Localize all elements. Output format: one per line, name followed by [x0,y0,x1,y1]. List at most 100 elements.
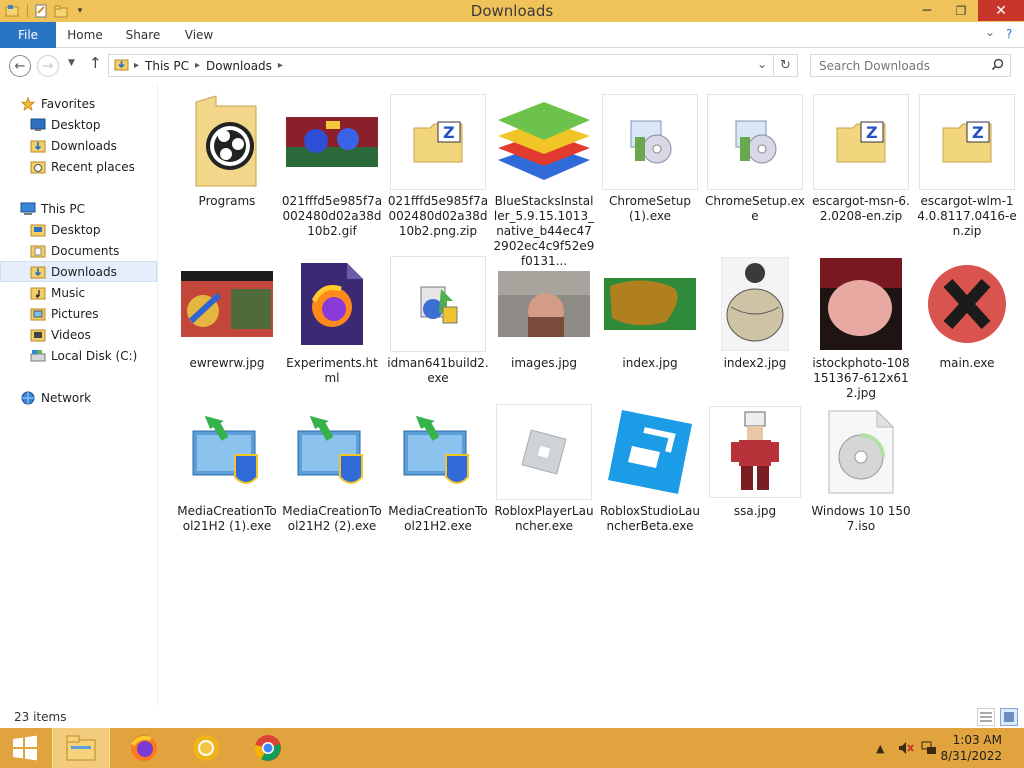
file-item[interactable]: MediaCreationTool21H2.exe [385,402,491,534]
file-item[interactable]: 021fffd5e985f7a002480d02a38d10b2.gif [279,92,385,239]
large-icons-view-button[interactable] [1000,708,1018,726]
breadcrumb-chevron-icon[interactable]: ▸ [278,60,283,71]
back-button[interactable]: ← [9,55,31,77]
desktop-icon [30,118,46,131]
roblox-studio-icon [597,402,703,502]
file-item[interactable]: ChromeSetup (1).exe [597,92,703,224]
file-item[interactable]: ewrewrw.jpg [174,254,280,371]
disc-image-icon [808,402,914,502]
system-clock[interactable]: 1:03 AM 8/31/2022 [940,732,1002,764]
recent-locations-icon[interactable]: ▼ [68,58,75,68]
svg-text:Z: Z [443,123,455,142]
item-count: 23 items [14,710,67,724]
forward-button[interactable]: → [37,55,59,77]
nav-item-label: Videos [51,327,91,342]
file-item[interactable]: MediaCreationTool21H2 (2).exe [279,402,385,534]
file-explorer-icon [66,735,96,761]
breadcrumb-this-pc[interactable]: This PC [145,59,189,73]
taskbar-file-explorer[interactable] [52,728,110,768]
nav-network-label: Network [41,390,92,405]
tab-view[interactable]: View [176,22,222,48]
details-view-icon [980,712,992,722]
help-icon[interactable]: ? [1006,27,1012,41]
file-item[interactable]: Z escargot-msn-6.2.0208-en.zip [808,92,914,224]
star-icon [20,96,36,111]
nav-favorites-label: Favorites [41,96,96,111]
file-item[interactable]: index.jpg [597,254,703,371]
file-item[interactable]: MediaCreationTool21H2 (1).exe [174,402,280,534]
search-box[interactable] [810,54,1011,77]
file-item[interactable]: Z escargot-wlm-14.0.8117.0416-en.zip [914,92,1020,239]
documents-folder-icon [30,245,46,257]
taskbar-chrome-canary[interactable] [178,728,234,768]
breadcrumb-downloads[interactable]: Downloads [206,59,272,73]
file-name: ChromeSetup (1).exe [609,194,691,223]
nav-this-pc-videos[interactable]: Videos [0,324,157,345]
nav-item-label: Local Disk (C:) [51,348,138,363]
nav-this-pc-downloads[interactable]: Downloads [0,261,157,282]
file-item[interactable]: ChromeSetup.exe [702,92,808,224]
tab-share[interactable]: Share [120,22,166,48]
file-item[interactable]: BlueStacksInstaller_5.9.15.1013_native_b… [491,92,597,269]
nav-item-label: Desktop [51,117,101,132]
file-item[interactable]: istockphoto-108151367-612x612.jpg [808,254,914,401]
refresh-button[interactable]: ↻ [773,55,797,76]
nav-this-pc-pictures[interactable]: Pictures [0,303,157,324]
nav-item-label: Downloads [51,264,117,279]
details-view-button[interactable] [977,708,995,726]
search-icon[interactable] [991,58,1004,74]
nav-this-pc-music[interactable]: Music [0,282,157,303]
file-name: index.jpg [622,356,678,370]
nav-favorites-downloads[interactable]: Downloads [0,135,157,156]
file-item[interactable]: RobloxPlayerLauncher.exe [491,402,597,534]
up-button[interactable]: ↑ [89,54,102,72]
nav-item-label: Downloads [51,138,117,153]
file-item[interactable]: index2.jpg [702,254,808,371]
file-item[interactable]: images.jpg [491,254,597,371]
network-tray-icon[interactable] [921,728,937,768]
nav-this-pc-local-disk[interactable]: Local Disk (C:) [0,345,157,366]
ribbon-expand-icon[interactable]: ⌄ [985,25,995,39]
file-item[interactable]: Z 021fffd5e985f7a002480d02a38d10b2.png.z… [385,92,491,239]
address-bar[interactable]: ▸ This PC ▸ Downloads ▸ ⌄ ↻ [108,54,798,77]
breadcrumb-chevron-icon[interactable]: ▸ [195,60,200,71]
start-button[interactable] [0,728,50,768]
nav-this-pc-desktop[interactable]: Desktop [0,219,157,240]
file-item[interactable]: Windows 10 1507.iso [808,402,914,534]
image-thumbnail [491,254,597,354]
minimize-button[interactable]: ─ [910,0,944,21]
show-hidden-icons-icon[interactable]: ▲ [876,728,884,768]
file-item[interactable]: ssa.jpg [702,402,808,519]
taskbar-firefox[interactable] [116,728,172,768]
maximize-button[interactable]: ❐ [944,0,978,21]
tab-file[interactable]: File [0,22,56,48]
file-name: istockphoto-108151367-612x612.jpg [812,356,910,400]
network-icon [21,391,35,404]
ribbon: File Home Share View ⌄ ? [0,22,1024,48]
videos-folder-icon [30,329,46,341]
downloads-folder-icon [30,266,46,278]
file-item[interactable]: main.exe [914,254,1020,371]
nav-network[interactable]: Network [0,387,157,408]
file-item[interactable]: idman641build2.exe [385,254,491,386]
file-name: main.exe [939,356,995,370]
nav-favorites-desktop[interactable]: Desktop [0,114,157,135]
local-disk-icon [30,349,46,361]
nav-favorites-recent-places[interactable]: Recent places [0,156,157,177]
image-thumbnail [279,92,385,192]
search-input[interactable] [811,55,981,76]
tab-home[interactable]: Home [62,22,108,48]
close-button[interactable]: ✕ [978,0,1024,21]
nav-this-pc-documents[interactable]: Documents [0,240,157,261]
nav-favorites[interactable]: Favorites [0,93,157,114]
recent-places-icon [30,161,46,173]
file-item[interactable]: Programs [174,92,280,209]
volume-muted-icon[interactable] [898,728,914,768]
file-item[interactable]: RobloxStudioLauncherBeta.exe [597,402,703,534]
taskbar-chrome[interactable] [240,728,296,768]
nav-this-pc[interactable]: This PC [0,198,157,219]
address-dropdown-icon[interactable]: ⌄ [757,57,767,71]
file-item[interactable]: Experiments.html [279,254,385,386]
svg-text:Z: Z [972,123,984,142]
file-name: escargot-wlm-14.0.8117.0416-en.zip [917,194,1017,238]
